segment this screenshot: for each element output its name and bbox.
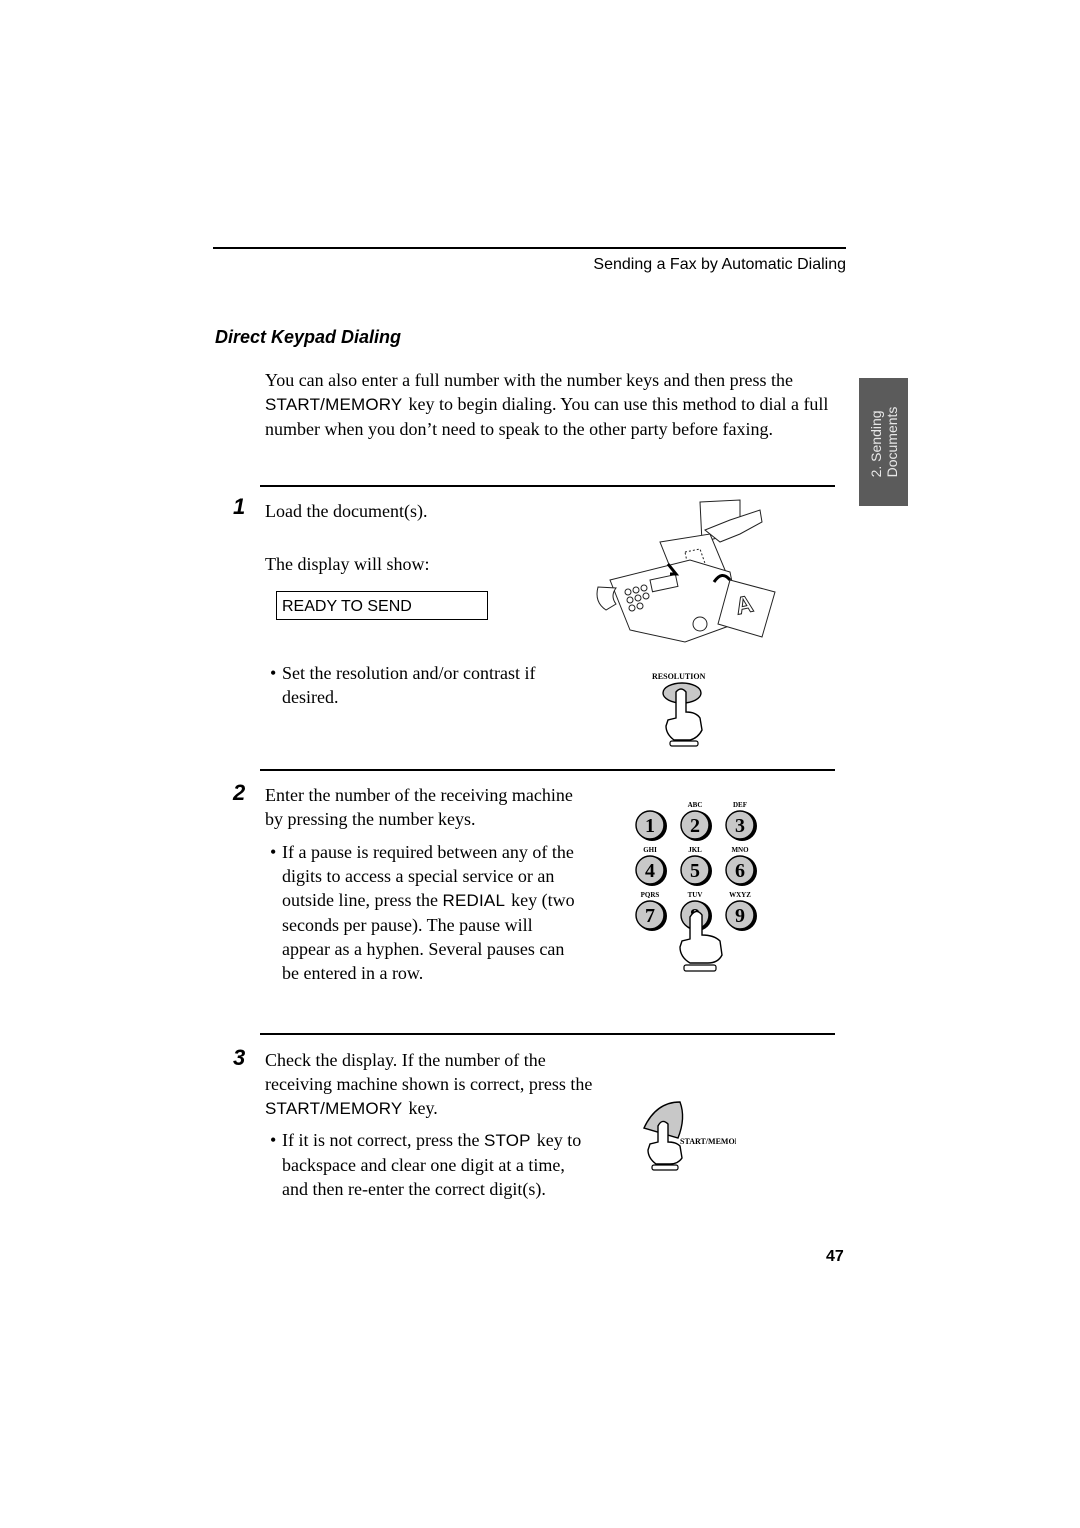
- keypad-digit: 9: [735, 905, 745, 927]
- keypad-digit: 1: [645, 815, 655, 837]
- keypad-letters: PQRS: [641, 891, 660, 899]
- step-2-number: 2: [233, 780, 246, 805]
- keypad-key-5: 5 JKL: [680, 846, 712, 886]
- key-name-start-memory: START/MEMORY: [265, 1099, 403, 1118]
- keypad-letters: WXYZ: [729, 891, 751, 899]
- step-3-bullet-text-1: If it is not correct, press the: [282, 1130, 484, 1150]
- keypad-digit: 2: [690, 815, 700, 837]
- intro-text-1: You can also enter a full number with th…: [265, 370, 794, 390]
- start-memory-key-press-illustration: START/MEMORY: [643, 1101, 736, 1171]
- step-2-bullet-text: If a pause is required between any of th…: [270, 840, 580, 985]
- running-header: Sending a Fax by Automatic Dialing: [593, 256, 846, 273]
- keypad-letters: GHI: [643, 846, 657, 854]
- bullet-dot: •: [270, 663, 277, 683]
- step-3-bullet-text: If it is not correct, press the STOP key …: [270, 1128, 585, 1201]
- step-3-bullet: • If it is not correct, press the STOP ke…: [270, 1128, 585, 1201]
- keypad-key-9: 9 WXYZ: [725, 891, 757, 931]
- keypad-digit: 4: [645, 860, 655, 882]
- resolution-key-press-illustration: [662, 682, 703, 747]
- step-2-text: Enter the number of the receiving machin…: [265, 785, 573, 829]
- intro-paragraph: You can also enter a full number with th…: [265, 368, 835, 441]
- step-2-rule: [260, 769, 835, 771]
- step-2-bullet: • If a pause is required between any of …: [270, 840, 580, 985]
- keypad-key-4: 4 GHI: [635, 846, 667, 886]
- hand-cuff: [683, 964, 717, 972]
- step-3-text-1: Check the display. If the number of the …: [265, 1050, 593, 1094]
- keypad-illustration: 12ABC3DEF4GHI5JKL6MNO7PQRS8TUV9WXYZ: [635, 801, 757, 972]
- lcd-display-text: READY TO SEND: [282, 598, 412, 615]
- key-name-redial: REDIAL: [442, 891, 506, 910]
- step-1-subtext: The display will show:: [265, 554, 430, 574]
- keypad-digit: 5: [690, 860, 700, 882]
- keypad-digit: 6: [735, 860, 745, 882]
- step-1-text: Load the document(s).: [265, 501, 428, 521]
- step-1-bullet-text: Set the resolution and/or contrast if de…: [282, 663, 536, 707]
- bullet-dot: •: [270, 842, 277, 862]
- header-rule: [213, 247, 846, 249]
- keypad-letters: ABC: [688, 801, 703, 809]
- step-3-text: Check the display. If the number of the …: [265, 1048, 595, 1121]
- keypad-letters: JKL: [688, 846, 702, 854]
- keypad-letters: DEF: [733, 801, 747, 809]
- keypad-digit: 3: [735, 815, 745, 837]
- section-title: Direct Keypad Dialing: [215, 327, 402, 347]
- side-tab-line2: Documents: [883, 406, 900, 478]
- step-3-number: 3: [233, 1045, 246, 1070]
- keypad-key-2: 2 ABC: [680, 801, 712, 841]
- step-3-rule: [260, 1033, 835, 1035]
- lcd-display: READY TO SEND: [276, 591, 488, 620]
- keypad-key-1: 1: [635, 810, 667, 841]
- keypad-letters: TUV: [688, 891, 703, 899]
- keypad-key-3: 3 DEF: [725, 801, 757, 841]
- key-name-start-memory: START/MEMORY: [265, 395, 403, 414]
- fax-machine-illustration: A: [596, 499, 776, 643]
- step-1-bullet: • Set the resolution and/or contrast if …: [270, 661, 580, 709]
- keypad-letters: MNO: [731, 846, 749, 854]
- bullet-dot: •: [270, 1130, 277, 1150]
- side-tab-line1: 2. Sending: [867, 410, 884, 478]
- step-3-text-2: key.: [408, 1098, 438, 1118]
- step-1-rule: [260, 485, 835, 487]
- chapter-side-tab: 2. Sending Documents: [859, 378, 908, 506]
- keypad-key-7: 7 PQRS: [635, 891, 667, 931]
- keypad-key-6: 6 MNO: [725, 846, 757, 886]
- key-name-stop: STOP: [483, 1131, 531, 1150]
- page-number: 47: [826, 1248, 844, 1265]
- fax-dial: [692, 616, 708, 632]
- step-1-number: 1: [233, 494, 246, 519]
- start-memory-key-label: START/MEMORY: [680, 1137, 736, 1146]
- handset-icon: [596, 586, 617, 611]
- keypad-digit: 7: [645, 905, 655, 927]
